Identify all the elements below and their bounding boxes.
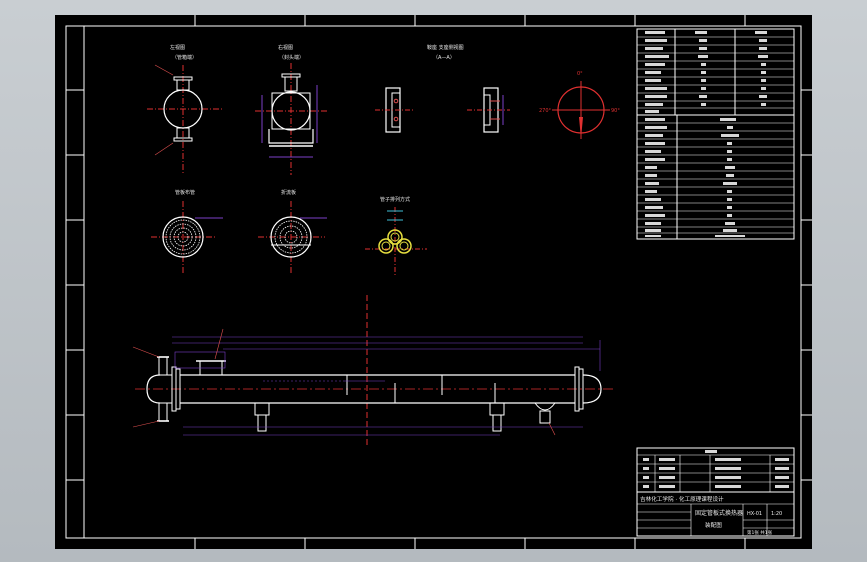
sheet-number: 第1张 共1张 (747, 529, 773, 536)
right-end-view: 右视图 （封头端） (255, 44, 327, 175)
svg-text:0°: 0° (577, 71, 583, 77)
drawing-subtitle: 装配图 (705, 521, 722, 529)
tube-layout-view: 管板布管 (151, 189, 223, 273)
saddle-view-label: 鞍座 支座侧视图 (427, 44, 464, 51)
drawing-number: HX-01 (747, 511, 762, 517)
parts-list (636, 447, 795, 493)
drawing-scale: 1:20 (771, 511, 782, 517)
right-end-view-sublabel: （封头端） (279, 54, 304, 61)
tube-arrangement-label: 管子排列方式 (380, 196, 410, 203)
drawing-title: 固定管板式换热器 (695, 509, 743, 517)
svg-text:90°: 90° (611, 108, 620, 114)
main-view (132, 295, 615, 445)
svg-text:270°: 270° (539, 108, 552, 114)
drawing-canvas: 左视图 （管箱端） 右视图 （封头端） 鞍座 支座侧视图 （A—A） 0° 90… (65, 15, 812, 549)
left-end-view-sublabel: （管箱端） (172, 54, 197, 61)
technical-data-table (636, 28, 795, 240)
nozzle-orientation-view: 0° 90° 270° (539, 71, 620, 139)
baffle-view: 折流板 (258, 189, 327, 273)
left-end-view: 左视图 （管箱端） (147, 44, 223, 175)
title-block: 吉林化工学院 · 化工原理课程设计 固定管板式换热器 装配图 HX-01 1:2… (636, 491, 795, 537)
tube-layout-label: 管板布管 (175, 189, 195, 196)
saddle-view: 鞍座 支座侧视图 （A—A） (375, 44, 510, 133)
saddle-view-sublabel: （A—A） (433, 55, 455, 61)
school-name: 吉林化工学院 · 化工原理课程设计 (640, 495, 724, 503)
baffle-view-label: 折流板 (281, 189, 296, 196)
right-end-view-label: 右视图 (278, 44, 293, 51)
drawing-sheet: 左视图 （管箱端） 右视图 （封头端） 鞍座 支座侧视图 （A—A） 0° 90… (55, 15, 812, 549)
tube-arrangement-view: 管子排列方式 (365, 196, 427, 277)
left-end-view-label: 左视图 (170, 44, 185, 51)
